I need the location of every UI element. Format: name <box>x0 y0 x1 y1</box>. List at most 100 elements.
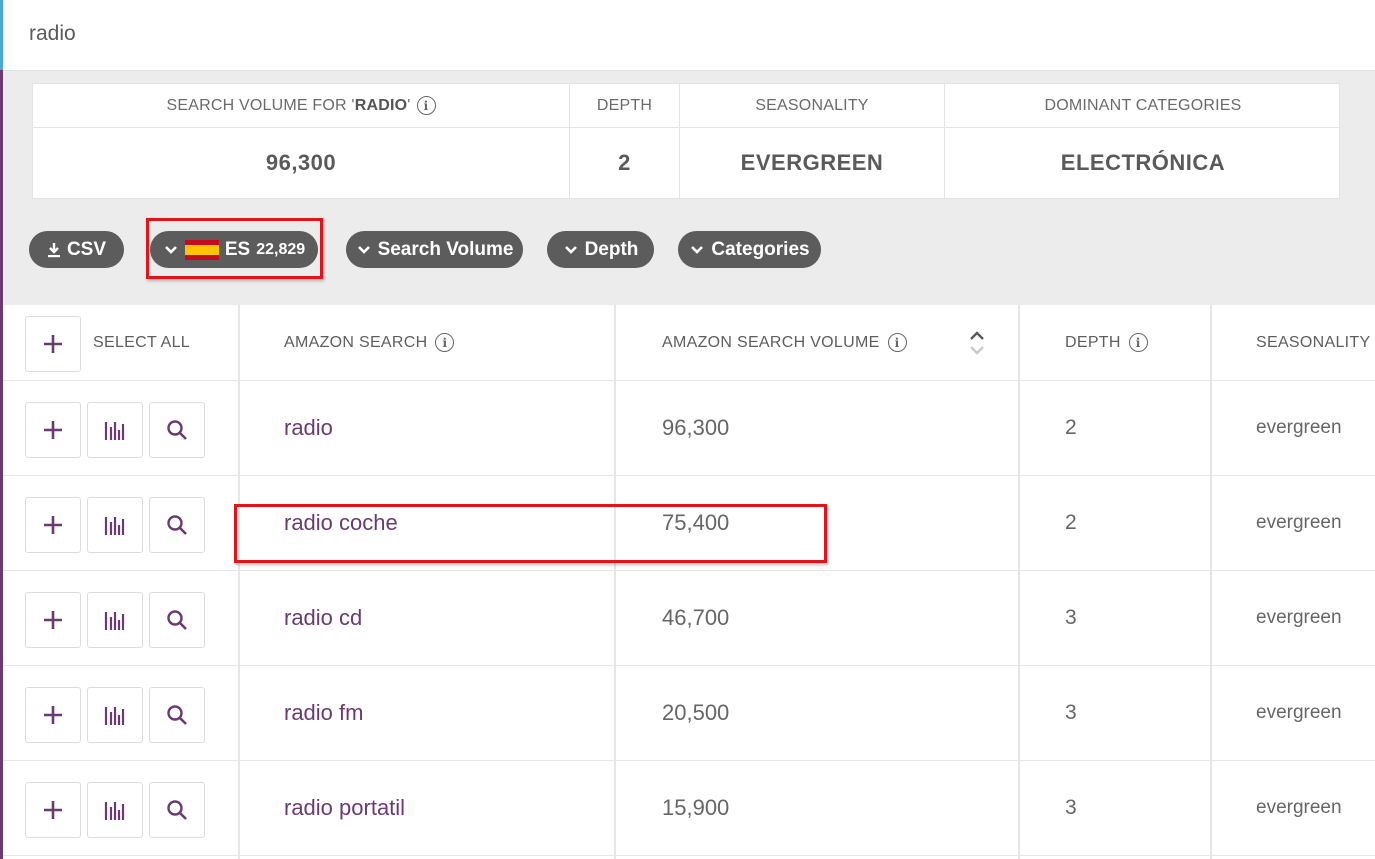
search-input[interactable] <box>29 18 629 50</box>
csv-button[interactable]: CSV <box>29 231 124 268</box>
search-icon <box>167 420 187 440</box>
plus-icon <box>44 516 62 534</box>
table-row: radio coche 75,400 2 evergreen <box>3 476 1375 571</box>
bar-chart-icon <box>104 707 125 725</box>
chevron-down-icon <box>564 245 577 254</box>
add-keyword-button[interactable] <box>25 592 81 648</box>
summary-volume: SEARCH VOLUME FOR 'RADIO' i 96,300 <box>33 84 570 198</box>
keyword-link[interactable]: radio portatil <box>284 761 405 855</box>
keyword-link[interactable]: radio <box>284 381 333 475</box>
header-depth-label: DEPTH <box>1065 333 1121 351</box>
keyword-depth: 3 <box>1065 701 1077 724</box>
keyword-seasonality: evergreen <box>1256 797 1342 818</box>
keyword-seasonality: evergreen <box>1256 512 1342 533</box>
summary-volume-keyword: RADIO <box>354 96 408 114</box>
keyword-seasonality: evergreen <box>1256 607 1342 628</box>
sort-icon[interactable] <box>967 305 987 380</box>
keyword-seasonality: evergreen <box>1256 417 1342 438</box>
table-row: radio portatil 15,900 3 evergreen <box>3 761 1375 856</box>
summary-seasonality-value: EVERGREEN <box>740 150 884 175</box>
summary-volume-label-suffix: ' <box>407 96 411 114</box>
summary-seasonality: SEASONALITY EVERGREEN <box>680 84 945 198</box>
info-icon[interactable]: i <box>435 333 455 352</box>
header-amazon-search-label: AMAZON SEARCH <box>284 333 428 351</box>
header-amazon-search: AMAZON SEARCH i <box>284 305 455 380</box>
keyword-table: SELECT ALL AMAZON SEARCH i AMAZON SEARCH… <box>3 305 1375 859</box>
plus-icon <box>44 421 62 439</box>
country-count: 22,829 <box>256 240 306 258</box>
categories-filter-label: Categories <box>711 238 810 260</box>
info-icon[interactable]: i <box>1128 333 1148 352</box>
keyword-stats-button[interactable] <box>87 687 143 743</box>
keyword-search-button[interactable] <box>149 592 205 648</box>
plus-icon <box>44 611 62 629</box>
summary-volume-label-prefix: SEARCH VOLUME FOR ' <box>166 96 355 114</box>
search-bar <box>3 0 1375 71</box>
summary-depth-value: 2 <box>618 150 631 175</box>
keyword-link[interactable]: radio cd <box>284 571 362 665</box>
keyword-stats-button[interactable] <box>87 497 143 553</box>
summary-categories-value: ELECTRÓNICA <box>1060 150 1226 175</box>
keyword-volume: 46,700 <box>662 605 730 630</box>
search-icon <box>167 800 187 820</box>
spain-flag-icon <box>184 239 219 260</box>
search-icon <box>167 705 187 725</box>
info-icon[interactable]: i <box>887 333 907 352</box>
keyword-search-button[interactable] <box>149 402 205 458</box>
country-code: ES <box>224 238 251 260</box>
header-volume-label: AMAZON SEARCH VOLUME <box>662 333 880 351</box>
plus-icon <box>44 706 62 724</box>
chevron-down-icon <box>164 245 177 254</box>
bar-chart-icon <box>104 802 125 820</box>
depth-filter-label: Depth <box>584 238 639 260</box>
bar-chart-icon <box>104 422 125 440</box>
search-volume-filter[interactable]: Search Volume <box>346 231 523 268</box>
categories-filter[interactable]: Categories <box>678 231 821 268</box>
add-keyword-button[interactable] <box>25 402 81 458</box>
summary-panel: SEARCH VOLUME FOR 'RADIO' i 96,300 DEPTH… <box>32 83 1341 199</box>
keyword-stats-button[interactable] <box>87 592 143 648</box>
header-seasonality: SEASONALITY <box>1256 333 1371 351</box>
summary-categories-label: DOMINANT CATEGORIES <box>945 84 1341 128</box>
table-row: radio fm 20,500 3 evergreen <box>3 666 1375 761</box>
keyword-search-button[interactable] <box>149 687 205 743</box>
csv-label: CSV <box>66 238 107 260</box>
table-row: radio 96,300 2 evergreen <box>3 381 1375 476</box>
search-volume-filter-label: Search Volume <box>377 238 514 260</box>
summary-depth: DEPTH 2 <box>570 84 680 198</box>
keyword-link[interactable]: radio coche <box>284 476 398 570</box>
keyword-seasonality: evergreen <box>1256 702 1342 723</box>
country-dropdown[interactable]: ES 22,829 <box>150 231 318 268</box>
keyword-volume: 15,900 <box>662 795 730 820</box>
add-keyword-button[interactable] <box>25 687 81 743</box>
chevron-down-icon <box>691 245 704 254</box>
summary-depth-label: DEPTH <box>570 84 679 128</box>
keyword-search-button[interactable] <box>149 497 205 553</box>
keyword-volume: 20,500 <box>662 700 730 725</box>
add-keyword-button[interactable] <box>25 782 81 838</box>
header-depth: DEPTH i <box>1065 305 1148 380</box>
keyword-volume: 96,300 <box>662 415 730 440</box>
keyword-stats-button[interactable] <box>87 782 143 838</box>
keyword-search-button[interactable] <box>149 782 205 838</box>
info-icon[interactable]: i <box>416 96 436 115</box>
plus-icon <box>44 335 62 353</box>
header-amazon-search-volume: AMAZON SEARCH VOLUME i <box>662 305 907 380</box>
summary-volume-value: 96,300 <box>265 150 337 175</box>
select-all-add-button[interactable] <box>25 316 81 372</box>
keyword-link[interactable]: radio fm <box>284 666 363 760</box>
table-header: SELECT ALL AMAZON SEARCH i AMAZON SEARCH… <box>3 305 1375 381</box>
keyword-stats-button[interactable] <box>87 402 143 458</box>
add-keyword-button[interactable] <box>25 497 81 553</box>
keyword-depth: 3 <box>1065 606 1077 629</box>
summary-volume-label: SEARCH VOLUME FOR 'RADIO' i <box>33 84 569 128</box>
summary-categories: DOMINANT CATEGORIES ELECTRÓNICA <box>945 84 1341 198</box>
search-icon <box>167 515 187 535</box>
search-icon <box>167 610 187 630</box>
download-icon <box>47 242 60 257</box>
chevron-down-icon <box>357 245 370 254</box>
depth-filter[interactable]: Depth <box>547 231 654 268</box>
keyword-volume: 75,400 <box>662 510 730 535</box>
keyword-depth: 2 <box>1065 416 1077 439</box>
select-all-label[interactable]: SELECT ALL <box>93 305 190 380</box>
